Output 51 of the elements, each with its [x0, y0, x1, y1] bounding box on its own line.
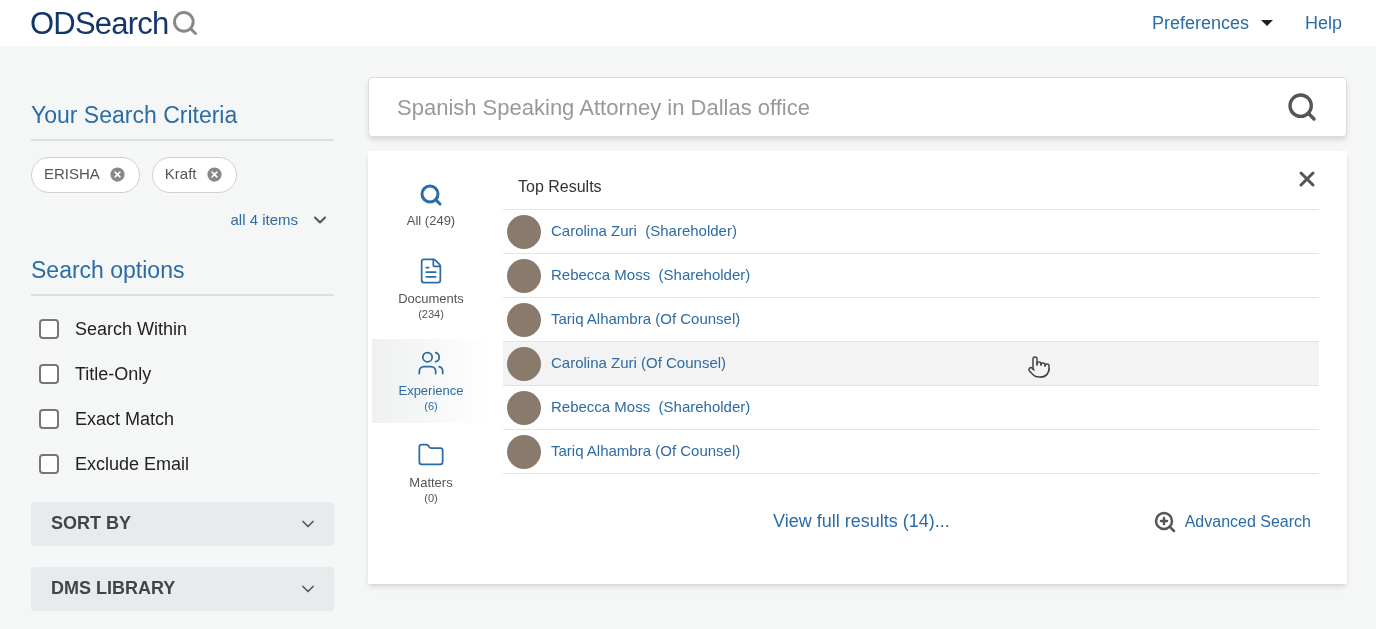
- criteria-heading: Your Search Criteria: [31, 98, 334, 141]
- view-full-results-link[interactable]: View full results (14)...: [773, 508, 950, 535]
- avatar-placeholder: [507, 346, 541, 381]
- result-row[interactable]: Carolina Zuri (Of Counsel): [503, 342, 1319, 386]
- help-link[interactable]: Help: [1304, 9, 1342, 37]
- filter-chip[interactable]: ERISHA: [31, 156, 140, 193]
- person-link[interactable]: Rebecca Moss (Shareholder): [551, 264, 751, 287]
- search-icon[interactable]: [1286, 91, 1318, 123]
- search-icon: [170, 9, 199, 37]
- checkbox[interactable]: [39, 409, 59, 429]
- person-link[interactable]: Tariq Alhambra (Of Counsel): [551, 440, 741, 463]
- checkbox[interactable]: [39, 319, 59, 339]
- result-row[interactable]: Carolina Zuri (Shareholder): [503, 210, 1319, 254]
- advanced-search-link[interactable]: Advanced Search: [1152, 509, 1311, 534]
- checkbox[interactable]: [39, 454, 59, 474]
- zoom-in-icon: [1152, 509, 1177, 534]
- avatar-placeholder: [507, 214, 541, 249]
- result-row[interactable]: Rebecca Moss (Shareholder): [503, 254, 1319, 298]
- result-row[interactable]: Tariq Alhambra (Of Counsel): [503, 430, 1319, 474]
- avatar-placeholder: [507, 258, 541, 293]
- person-link[interactable]: Carolina Zuri (Of Counsel): [551, 352, 727, 375]
- show-all-items-link[interactable]: all 4 items: [230, 208, 330, 231]
- avatar-placeholder: [507, 434, 541, 469]
- option-label: Title-Only: [75, 362, 152, 386]
- caret-icon: [1260, 20, 1273, 26]
- filter-chip[interactable]: Kraft: [151, 156, 237, 193]
- option-label: Search Within: [75, 317, 188, 341]
- category-tab[interactable]: All (249): [372, 173, 490, 240]
- search-field[interactable]: Spanish Speaking Attorney in Dallas office: [368, 77, 1347, 137]
- logo-text: ODSearch: [30, 7, 169, 39]
- category-tab[interactable]: Documents (234): [372, 247, 490, 332]
- top-results-heading: Top Results: [518, 177, 602, 197]
- collapsible-section-header[interactable]: SORT BY: [31, 501, 334, 546]
- result-row[interactable]: Rebecca Moss (Shareholder): [503, 386, 1319, 430]
- search-input[interactable]: Spanish Speaking Attorney in Dallas office: [397, 90, 1286, 124]
- option-label: Exclude Email: [75, 452, 190, 476]
- search-icon: [419, 183, 443, 207]
- options-heading: Search options: [31, 253, 334, 296]
- person-link[interactable]: Rebecca Moss (Shareholder): [551, 396, 751, 419]
- hand-cursor-icon: [1027, 355, 1051, 379]
- remove-icon[interactable]: [107, 165, 127, 184]
- checkbox[interactable]: [39, 364, 59, 384]
- person-link[interactable]: Carolina Zuri (Shareholder): [551, 220, 737, 243]
- remove-icon[interactable]: [204, 165, 224, 184]
- person-link[interactable]: Tariq Alhambra (Of Counsel): [551, 308, 741, 331]
- preferences-menu[interactable]: Preferences: [1151, 9, 1273, 37]
- option-label: Exact Match: [75, 407, 175, 431]
- avatar-placeholder: [507, 302, 541, 337]
- avatar-placeholder: [507, 390, 541, 425]
- collapsible-section-header[interactable]: DMS LIBRARY: [31, 566, 334, 611]
- category-tab[interactable]: Matters (0): [372, 431, 490, 516]
